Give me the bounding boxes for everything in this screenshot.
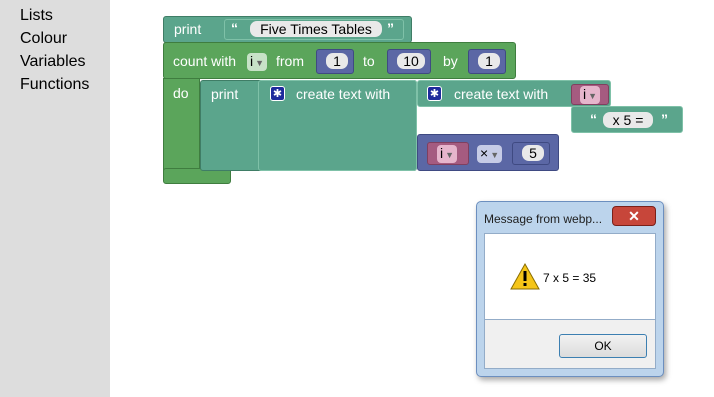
inner-print-label: print	[211, 86, 239, 102]
dialog-title: Message from webp...	[484, 212, 603, 226]
close-icon[interactable]: ✕	[612, 206, 656, 226]
toolbox-category-colour[interactable]: Colour	[20, 29, 67, 48]
quote-close: ”	[661, 111, 668, 127]
to-label: to	[363, 53, 375, 69]
multiply-variable-dropdown[interactable]: i ▼	[437, 145, 458, 163]
variable-dropdown-i[interactable]: i ▼	[580, 86, 601, 104]
dropdown-arrow-icon: ▼	[588, 91, 598, 101]
toolbox: Lists Colour Variables Functions	[0, 0, 110, 397]
toolbox-category-functions[interactable]: Functions	[20, 75, 89, 94]
alert-dialog: Message from webp... ✕ 7 x 5 = 35 OK	[476, 201, 664, 377]
gear-icon[interactable]: ✱	[427, 86, 442, 101]
variable-name: i	[583, 86, 587, 102]
by-label: by	[443, 53, 458, 69]
multiply-number-field[interactable]: 5	[522, 145, 544, 161]
loop-variable-name: i	[250, 53, 254, 69]
gear-icon[interactable]: ✱	[270, 86, 285, 101]
warning-icon	[510, 263, 540, 290]
quote-close: ”	[387, 20, 394, 36]
toolbox-category-variables[interactable]: Variables	[20, 52, 86, 71]
dropdown-arrow-icon: ▼	[445, 150, 455, 160]
dropdown-arrow-icon: ▼	[255, 58, 265, 68]
text-field-five-times-tables[interactable]: Five Times Tables	[250, 21, 382, 37]
ok-button[interactable]: OK	[559, 334, 647, 358]
to-number-field[interactable]: 10	[397, 53, 425, 69]
operator-dropdown[interactable]: × ▼	[477, 145, 503, 163]
dropdown-arrow-icon: ▼	[490, 150, 500, 160]
create-text-label-2: create text with	[454, 86, 549, 102]
count-with-label: count with	[173, 53, 237, 69]
loop-variable-dropdown[interactable]: i ▼	[247, 53, 268, 71]
dialog-message: 7 x 5 = 35	[543, 271, 597, 285]
from-number-field[interactable]: 1	[326, 53, 348, 69]
text-field-x5[interactable]: x 5 =	[603, 112, 653, 128]
print-label: print	[174, 21, 202, 37]
variable-name: i	[440, 145, 444, 161]
quote-open: “	[231, 20, 238, 36]
create-text-label-1: create text with	[296, 86, 391, 102]
operator-symbol: ×	[480, 145, 489, 161]
by-number-field[interactable]: 1	[478, 53, 500, 69]
quote-open: “	[590, 111, 597, 127]
toolbox-category-lists[interactable]: Lists	[20, 6, 53, 25]
from-label: from	[276, 53, 304, 69]
do-label: do	[173, 85, 189, 101]
